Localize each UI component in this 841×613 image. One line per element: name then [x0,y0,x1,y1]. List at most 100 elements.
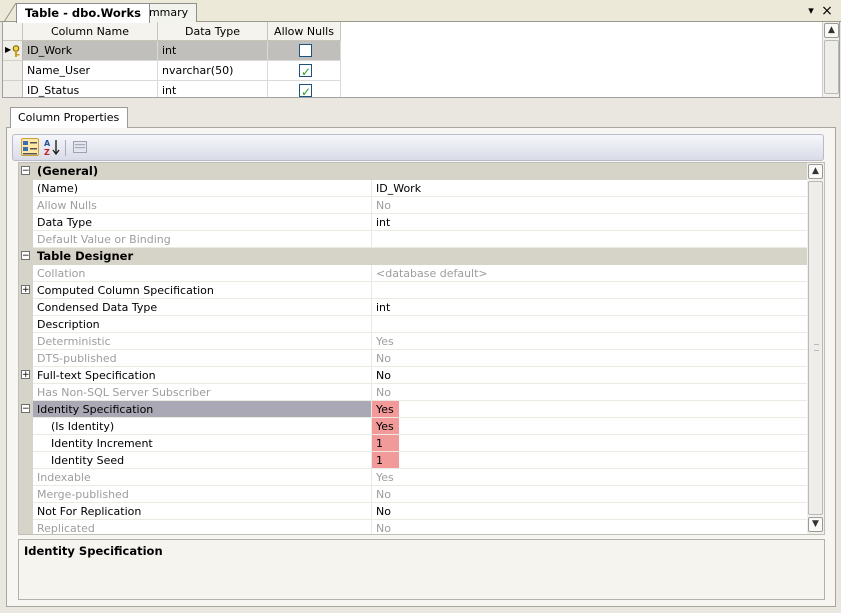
column-header-allownulls[interactable]: Allow Nulls [268,22,341,41]
allow-nulls-checkbox[interactable] [299,44,312,57]
scroll-up-icon[interactable]: ▲ [808,164,823,179]
category-label[interactable]: (General) [37,163,98,180]
scroll-up-icon[interactable]: ▲ [824,23,839,38]
property-pages-glyph-icon [73,141,87,153]
cell-data-type[interactable]: int [158,81,268,97]
property-name[interactable]: Identity Specification [33,401,372,418]
cell-data-type[interactable]: nvarchar(50) [158,61,268,81]
cell-allow-nulls [268,41,341,61]
svg-text:Z: Z [44,148,50,156]
expand-icon[interactable]: + [21,370,30,380]
property-gutter [19,503,33,520]
property-gutter [19,316,33,333]
property-row: (Name) ID_Work [19,180,809,197]
property-value[interactable]: Yes [372,418,809,435]
collapse-icon[interactable]: − [21,404,30,414]
property-name[interactable]: Not For Replication [33,503,372,520]
property-name[interactable]: Replicated [33,520,372,534]
property-name[interactable]: DTS-published [33,350,372,367]
property-value[interactable]: Yes [372,401,809,418]
property-value[interactable]: int [372,299,809,316]
property-row: − Identity Specification Yes [19,401,809,418]
cell-column-name[interactable]: ID_Status [23,81,158,97]
property-name[interactable]: Data Type [33,214,372,231]
property-name[interactable]: (Name) [33,180,372,197]
property-category: − Table Designer [19,248,809,265]
description-title: Identity Specification [24,544,163,558]
property-row: Replicated No [19,520,809,534]
property-value[interactable]: 1 [372,435,809,452]
property-pages-icon[interactable] [71,138,89,156]
column-header-datatype[interactable]: Data Type [158,22,268,41]
allow-nulls-checkbox[interactable] [299,82,312,97]
property-row: Data Type int [19,214,809,231]
property-value[interactable]: No [372,367,809,384]
toolbar-separator [65,140,66,156]
window-list-dropdown-icon[interactable]: ▾ [804,4,818,18]
property-gutter [19,520,33,534]
row-selector[interactable] [3,61,23,81]
property-value: No [372,520,809,534]
grid-vertical-scrollbar[interactable]: ▲ [822,22,839,97]
property-name[interactable]: Has Non-SQL Server Subscriber [33,384,372,401]
property-row: Not For Replication No [19,503,809,520]
property-value[interactable]: int [372,214,809,231]
property-value: No [372,350,809,367]
property-name[interactable]: Full-text Specification [33,367,372,384]
property-name[interactable]: Allow Nulls [33,197,372,214]
collapse-icon[interactable]: − [21,251,30,261]
property-gutter [19,350,33,367]
property-row: Deterministic Yes [19,333,809,350]
allow-nulls-checkbox[interactable] [299,62,312,82]
property-row: Allow Nulls No [19,197,809,214]
cell-data-type[interactable]: int [158,41,268,61]
expand-icon[interactable]: + [21,285,30,295]
property-name[interactable]: Identity Seed [33,452,372,469]
property-name[interactable]: Description [33,316,372,333]
scroll-down-icon[interactable]: ▼ [808,517,823,532]
property-gutter [19,197,33,214]
tab-slant-decoration [4,3,16,22]
collapse-icon[interactable]: − [21,166,30,176]
property-value[interactable] [372,282,809,299]
property-name[interactable]: (Is Identity) [33,418,372,435]
row-selector-current[interactable]: ▶ [3,41,23,61]
property-gutter [19,299,33,316]
property-name[interactable]: Deterministic [33,333,372,350]
property-gutter [19,333,33,350]
property-row: (Is Identity) Yes [19,418,809,435]
property-name[interactable]: Indexable [33,469,372,486]
scrollbar-grip [814,344,819,351]
identity-value-highlight: Yes [372,401,399,417]
close-icon[interactable]: × [820,4,834,18]
property-toolbar: A Z [12,134,824,161]
property-name[interactable]: Collation [33,265,372,282]
property-value[interactable]: 1 [372,452,809,469]
property-value[interactable]: No [372,503,809,520]
category-label[interactable]: Table Designer [37,248,133,265]
property-value: <database default> [372,265,809,282]
tab-table-works[interactable]: Table - dbo.Works [16,3,150,23]
scrollbar-thumb[interactable] [808,181,823,515]
column-header-name[interactable]: Column Name [23,22,158,41]
property-gutter [19,180,33,197]
scrollbar-thumb[interactable] [824,40,839,94]
property-grid-scrollbar[interactable]: ▲ ▼ [807,163,824,534]
property-name[interactable]: Merge-published [33,486,372,503]
property-value [372,231,809,248]
property-value[interactable]: ID_Work [372,180,809,197]
categorized-icon[interactable] [21,138,39,156]
property-gutter [19,231,33,248]
property-name[interactable]: Condensed Data Type [33,299,372,316]
property-row: Has Non-SQL Server Subscriber No [19,384,809,401]
property-gutter [19,486,33,503]
cell-column-name[interactable]: ID_Work [23,41,158,61]
property-name[interactable]: Computed Column Specification [33,282,372,299]
alphabetical-icon[interactable]: A Z [43,138,61,157]
tab-column-properties[interactable]: Column Properties [10,107,129,128]
property-value[interactable] [372,316,809,333]
cell-column-name[interactable]: Name_User [23,61,158,81]
property-name[interactable]: Default Value or Binding [33,231,372,248]
row-selector[interactable] [3,81,23,97]
property-name[interactable]: Identity Increment [33,435,372,452]
